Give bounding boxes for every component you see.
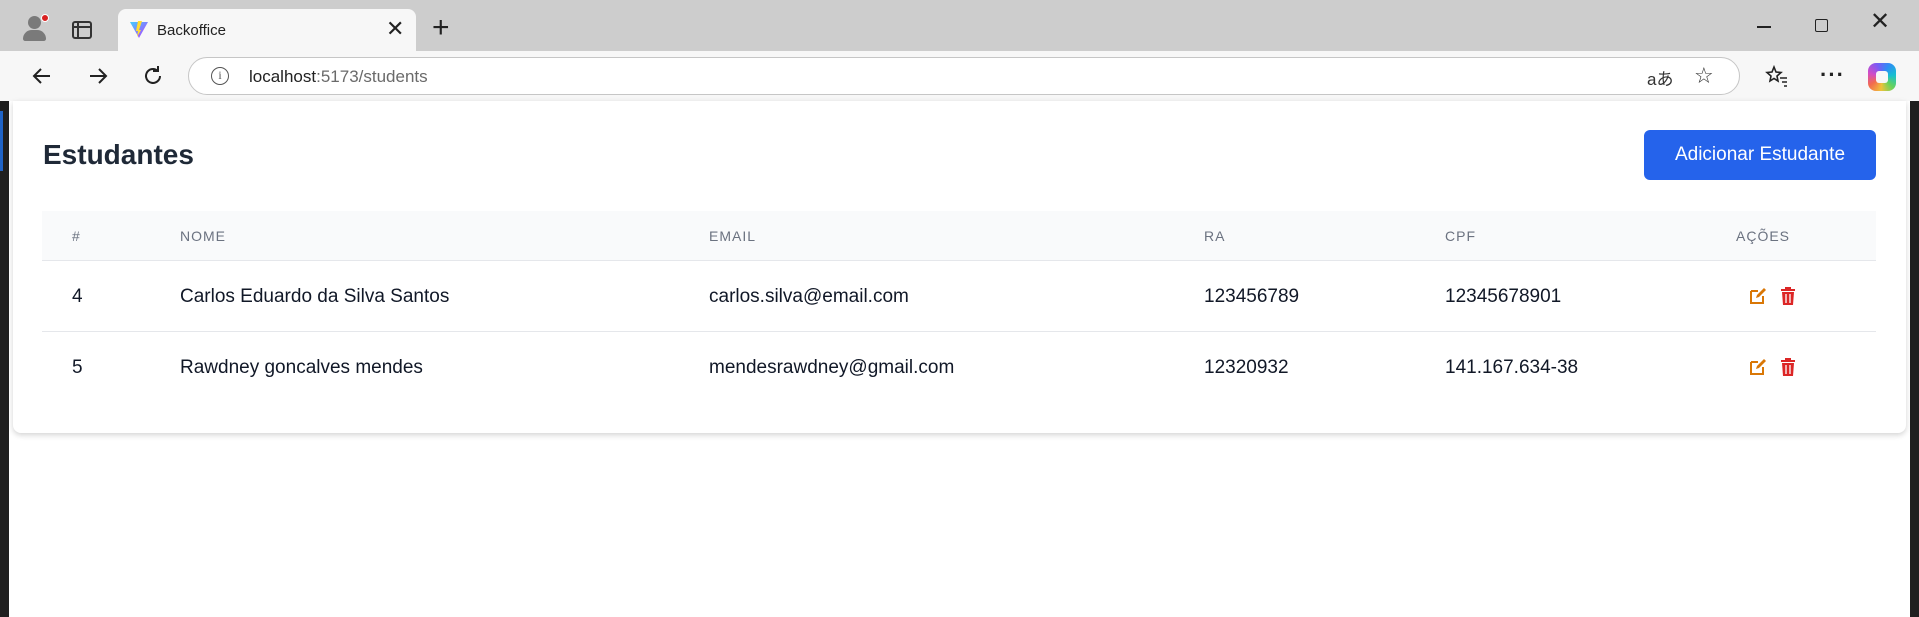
profile-icon[interactable] bbox=[20, 13, 50, 43]
reload-icon[interactable] bbox=[141, 64, 165, 88]
address-bar[interactable]: i localhost:5173/students aあ ☆ bbox=[188, 57, 1740, 95]
cell-id: 5 bbox=[72, 357, 83, 378]
cell-email: carlos.silva@email.com bbox=[709, 286, 909, 307]
star-icon[interactable]: ☆ bbox=[1694, 63, 1714, 89]
header-ra: RA bbox=[1204, 228, 1226, 244]
minimize-button[interactable] bbox=[1757, 26, 1771, 28]
info-icon[interactable]: i bbox=[211, 67, 229, 85]
toolbar: i localhost:5173/students aあ ☆ ··· bbox=[0, 51, 1919, 101]
header-id: # bbox=[72, 228, 81, 244]
cell-cpf: 12345678901 bbox=[1445, 286, 1562, 307]
header-email: EMAIL bbox=[709, 228, 757, 244]
close-tab-icon[interactable]: ✕ bbox=[386, 18, 404, 40]
cell-cpf: 141.167.634-38 bbox=[1445, 357, 1579, 378]
tab-title: Backoffice bbox=[157, 22, 226, 39]
cell-ra: 12320932 bbox=[1204, 357, 1289, 378]
left-edge bbox=[0, 101, 9, 617]
cell-nome: Rawdney goncalves mendes bbox=[180, 357, 423, 378]
cell-id: 4 bbox=[72, 286, 83, 307]
header-cpf: CPF bbox=[1445, 228, 1476, 244]
edit-icon[interactable] bbox=[1748, 357, 1768, 377]
add-student-button[interactable]: Adicionar Estudante bbox=[1644, 130, 1876, 180]
students-table: # NOME EMAIL RA CPF AÇÕES 4 Carlos Eduar… bbox=[42, 211, 1876, 403]
edit-icon[interactable] bbox=[1748, 286, 1768, 306]
row-actions bbox=[1748, 357, 1798, 377]
more-icon[interactable]: ··· bbox=[1820, 64, 1845, 86]
cell-nome: Carlos Eduardo da Silva Santos bbox=[180, 286, 450, 307]
trash-icon[interactable] bbox=[1778, 357, 1798, 377]
trash-icon[interactable] bbox=[1778, 286, 1798, 306]
forward-icon[interactable] bbox=[86, 64, 110, 88]
header-nome: NOME bbox=[180, 228, 226, 244]
cell-email: mendesrawdney@gmail.com bbox=[709, 357, 955, 378]
table-row: 5 Rawdney goncalves mendes mendesrawdney… bbox=[42, 332, 1876, 403]
tabs-icon[interactable] bbox=[72, 21, 92, 39]
close-window-button[interactable]: ✕ bbox=[1870, 10, 1890, 34]
page-title: Estudantes bbox=[43, 139, 194, 170]
table-row: 4 Carlos Eduardo da Silva Santos carlos.… bbox=[42, 261, 1876, 332]
new-tab-button[interactable]: + bbox=[432, 13, 450, 43]
header-acoes: AÇÕES bbox=[1736, 228, 1791, 244]
tab-backoffice[interactable]: Backoffice ✕ bbox=[118, 9, 416, 51]
right-edge bbox=[1910, 101, 1919, 617]
favorites-icon[interactable] bbox=[1765, 64, 1789, 88]
tab-bar: Backoffice ✕ + ✕ bbox=[0, 0, 1919, 51]
copilot-icon[interactable] bbox=[1868, 63, 1896, 91]
students-card: Estudantes Adicionar Estudante # NOME EM… bbox=[13, 101, 1906, 433]
read-aloud-icon[interactable]: aあ bbox=[1647, 65, 1673, 90]
url-text[interactable]: localhost:5173/students bbox=[249, 67, 428, 87]
cell-ra: 123456789 bbox=[1204, 286, 1300, 307]
row-actions bbox=[1748, 286, 1798, 306]
back-icon[interactable] bbox=[30, 64, 54, 88]
maximize-button[interactable] bbox=[1815, 19, 1828, 32]
table-header: # NOME EMAIL RA CPF AÇÕES bbox=[42, 211, 1876, 261]
vite-logo-icon bbox=[130, 21, 148, 38]
